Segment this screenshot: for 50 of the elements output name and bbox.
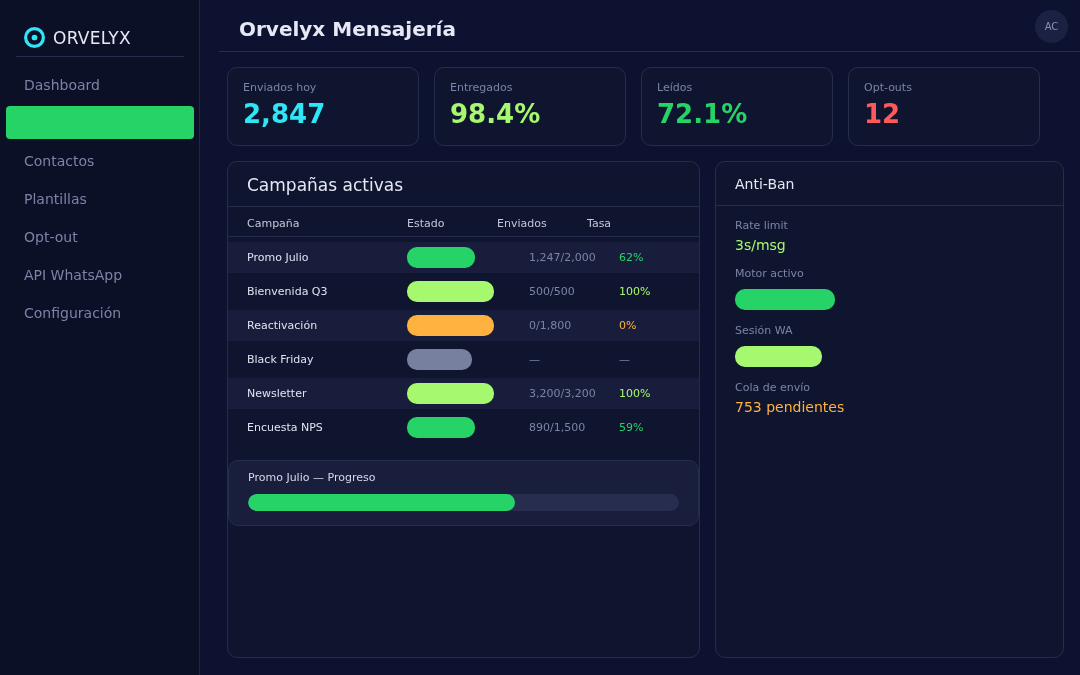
table-cell-text: 0% — [619, 319, 638, 332]
stat-label: Enviados hoy — [243, 81, 318, 94]
table-cell-text: Black Friday — [247, 353, 315, 366]
column-header: Tasa — [587, 217, 613, 232]
stat-label: Leídos — [657, 81, 694, 94]
table-cell-text: 62% — [619, 251, 645, 264]
nav-item[interactable]: Contactos — [0, 142, 194, 180]
table-cell-text: Reactivación — [247, 319, 319, 332]
table-cell-text: 500/500 — [529, 285, 576, 298]
field-value: 753 pendientes — [735, 399, 846, 415]
table-cell-text: 59% — [619, 421, 645, 434]
stat-value: 72.1% — [657, 99, 749, 129]
table-cell-text: — — [529, 353, 541, 366]
stat-value: 12 — [864, 99, 902, 129]
field-value: 3s/msg — [735, 237, 787, 253]
table-cell-text: 100% — [619, 387, 652, 400]
table-cell-text: 3,200/3,200 — [529, 387, 597, 400]
stat-label: Entregados — [450, 81, 514, 94]
column-header: Campaña — [247, 217, 301, 232]
nav-item[interactable]: API WhatsApp — [0, 256, 194, 294]
ring-logo-icon — [24, 27, 45, 48]
nav-item[interactable]: Configuración — [0, 294, 194, 332]
stat-label: Opt-outs — [864, 81, 913, 94]
page-title: Orvelyx Mensajería — [239, 16, 456, 41]
table-cell-text: 890/1,500 — [529, 421, 587, 434]
table-cell-text: Promo Julio — [247, 251, 310, 264]
table-cell-text: Encuesta NPS — [247, 421, 324, 434]
column-header: Enviados — [497, 217, 548, 232]
brand-name: ORVELYX — [53, 27, 131, 48]
table-cell-text: 1,247/2,000 — [529, 251, 597, 264]
field-label: Cola de envío — [735, 381, 811, 394]
field-label: Rate limit — [735, 219, 789, 232]
user-avatar[interactable]: AC — [1035, 10, 1068, 43]
nav-item[interactable]: Opt-out — [0, 218, 194, 256]
table-cell-text: 100% — [619, 285, 652, 298]
panel-title: Anti-Ban — [716, 162, 1063, 206]
nav-item[interactable] — [6, 106, 194, 139]
stat-value: 2,847 — [243, 99, 327, 129]
progress-label: Promo Julio — Progreso — [248, 471, 377, 484]
field-label: Sesión WA — [735, 324, 794, 337]
nav-item[interactable]: Plantillas — [0, 180, 194, 218]
table-cell-text: Bienvenida Q3 — [247, 285, 329, 298]
nav-item[interactable]: Dashboard — [0, 66, 194, 104]
column-header: Estado — [407, 217, 446, 232]
table-cell-text: Newsletter — [247, 387, 308, 400]
table-cell-text: — — [619, 353, 631, 366]
table-cell-text: 0/1,800 — [529, 319, 573, 332]
stat-value: 98.4% — [450, 99, 542, 129]
panel-title: Campañas activas — [228, 162, 699, 207]
field-label: Motor activo — [735, 267, 805, 280]
